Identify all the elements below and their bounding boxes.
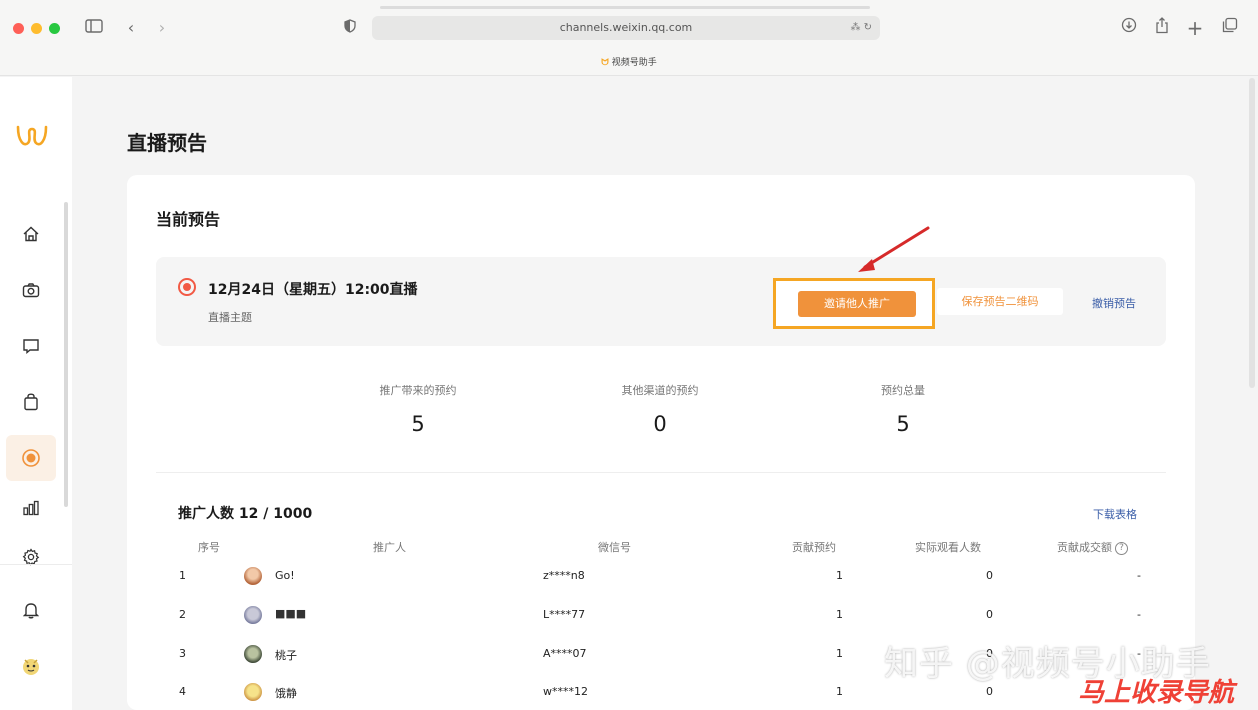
avatar xyxy=(244,645,262,663)
sidebar-divider xyxy=(0,564,72,565)
reservations-value: 1 xyxy=(836,647,843,660)
minimize-window-button[interactable] xyxy=(31,23,42,34)
column-header-index: 序号 xyxy=(198,541,220,554)
stat-label: 其他渠道的预约 xyxy=(621,384,699,397)
save-qrcode-button[interactable]: 保存预告二维码 xyxy=(937,288,1063,315)
camera-icon[interactable] xyxy=(18,277,44,303)
column-header-reservations: 贡献预约 xyxy=(792,541,836,554)
browser-toolbar: ‹ › channels.weixin.qq.com ⁂ ↻ + ᗢ 视频号助手 xyxy=(0,0,1258,76)
avatar xyxy=(244,683,262,701)
live-status-icon xyxy=(178,278,196,296)
user-avatar[interactable] xyxy=(18,653,44,679)
reservations-value: 1 xyxy=(836,569,843,582)
stat-other-reservations: 其他渠道的预约 0 xyxy=(570,382,750,436)
notification-bell-icon[interactable] xyxy=(18,597,44,623)
cancel-notice-link[interactable]: 撤销预告 xyxy=(1092,295,1136,311)
stat-label: 预约总量 xyxy=(881,384,925,397)
live-notice-card: 当前预告 12月24日（星期五）12:00直播 直播主题 邀请他人推广 保存预告… xyxy=(127,175,1195,710)
wechat-id: w****12 xyxy=(543,685,588,698)
invite-highlight-frame: 邀请他人推广 xyxy=(773,278,935,329)
column-header-gmv: 贡献成交额? xyxy=(1057,539,1128,555)
notice-topic: 直播主题 xyxy=(208,311,252,324)
channels-logo-icon: ᗢ xyxy=(601,58,609,68)
url-text: channels.weixin.qq.com xyxy=(559,21,693,34)
avatar xyxy=(244,567,262,585)
tab-title: 视频号助手 xyxy=(611,58,657,68)
window-controls xyxy=(13,23,60,34)
watermark-site: 马上收录导航 xyxy=(1078,678,1235,708)
gmv-value: - xyxy=(1137,608,1141,621)
live-icon[interactable] xyxy=(18,445,44,471)
invite-promote-button[interactable]: 邀请他人推广 xyxy=(798,291,916,317)
download-icon[interactable] xyxy=(1118,17,1140,39)
download-table-link[interactable]: 下载表格 xyxy=(1093,506,1137,522)
forward-icon[interactable]: › xyxy=(151,17,173,39)
column-header-promoter: 推广人 xyxy=(373,541,406,554)
settings-gear-icon[interactable] xyxy=(18,544,44,570)
stat-label: 推广带来的预约 xyxy=(379,384,457,397)
viewers-value: 0 xyxy=(986,569,993,582)
back-icon[interactable]: ‹ xyxy=(120,17,142,39)
stat-value: 5 xyxy=(896,412,910,436)
current-notice-panel: 12月24日（星期五）12:00直播 直播主题 邀请他人推广 保存预告二维码 撤… xyxy=(156,257,1166,346)
section-title: 当前预告 xyxy=(156,210,221,229)
stat-total-reservations: 预约总量 5 xyxy=(813,382,993,436)
row-index: 4 xyxy=(179,685,186,698)
close-window-button[interactable] xyxy=(13,23,24,34)
wechat-id: L****77 xyxy=(543,608,586,621)
promoter-name: 桃子 xyxy=(275,649,297,662)
divider xyxy=(156,472,1166,473)
viewers-value: 0 xyxy=(986,608,993,621)
page-title: 直播预告 xyxy=(127,131,207,155)
avatar xyxy=(244,606,262,624)
help-icon[interactable]: ? xyxy=(1115,541,1128,555)
column-header-gmv-label: 贡献成交额 xyxy=(1057,541,1112,554)
promoter-name: Go! xyxy=(275,569,295,582)
tab-strip xyxy=(380,6,870,9)
promoter-name: ■■■ xyxy=(275,607,307,620)
new-tab-icon[interactable]: + xyxy=(1184,17,1206,39)
viewers-value: 0 xyxy=(986,685,993,698)
sidebar xyxy=(0,77,72,710)
shopping-bag-icon[interactable] xyxy=(18,389,44,415)
address-bar[interactable]: channels.weixin.qq.com ⁂ ↻ xyxy=(372,16,880,40)
stat-value: 0 xyxy=(653,412,667,436)
privacy-shield-icon[interactable] xyxy=(339,17,361,39)
active-tab[interactable]: ᗢ 视频号助手 xyxy=(0,55,1258,68)
column-header-wechat-id: 微信号 xyxy=(598,541,631,554)
wechat-id: z****n8 xyxy=(543,569,585,582)
tab-overview-icon[interactable] xyxy=(1219,17,1241,39)
annotation-arrow-icon xyxy=(858,226,930,272)
zoom-window-button[interactable] xyxy=(49,23,60,34)
stat-promoted-reservations: 推广带来的预约 5 xyxy=(328,382,508,436)
notice-date: 12月24日（星期五）12:00直播 xyxy=(208,282,418,298)
promoter-count: 推广人数 12 / 1000 xyxy=(178,506,313,522)
data-chart-icon[interactable] xyxy=(18,495,44,521)
message-icon[interactable] xyxy=(18,333,44,359)
channels-logo-icon[interactable] xyxy=(14,121,50,157)
stat-value: 5 xyxy=(411,412,425,436)
sidebar-toggle-icon[interactable] xyxy=(83,17,105,39)
sidebar-scrollbar[interactable] xyxy=(64,202,68,507)
home-icon[interactable] xyxy=(18,221,44,247)
wechat-id: A****07 xyxy=(543,647,587,660)
share-icon[interactable] xyxy=(1151,17,1173,39)
gmv-value: - xyxy=(1137,569,1141,582)
column-header-viewers: 实际观看人数 xyxy=(915,541,981,554)
reservations-value: 1 xyxy=(836,608,843,621)
promoter-name: 饿静 xyxy=(275,687,297,700)
reservations-value: 1 xyxy=(836,685,843,698)
row-index: 2 xyxy=(179,608,186,621)
page-scrollbar[interactable] xyxy=(1249,78,1255,388)
row-index: 3 xyxy=(179,647,186,660)
row-index: 1 xyxy=(179,569,186,582)
translate-reload-icons[interactable]: ⁂ ↻ xyxy=(850,16,872,40)
